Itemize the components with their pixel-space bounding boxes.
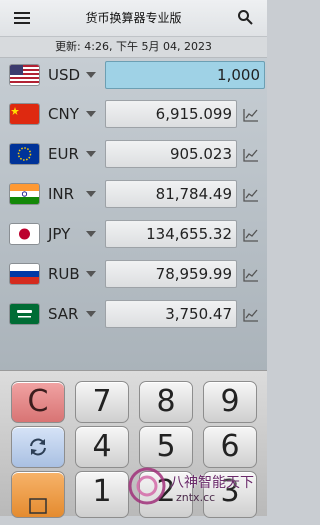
currency-code[interactable]: SAR [48, 305, 78, 323]
chevron-down-icon[interactable] [86, 231, 96, 237]
currency-row: JPY 134,655.32 [0, 218, 267, 252]
chevron-down-icon[interactable] [86, 191, 96, 197]
currency-row: SAR 3,750.47 [0, 298, 267, 332]
key-7[interactable]: 7 [75, 381, 129, 423]
watermark-text: 八神智能天下 [170, 475, 254, 491]
chevron-down-icon[interactable] [86, 311, 96, 317]
amount-field[interactable]: 3,750.47 [105, 300, 237, 328]
refresh-icon [30, 438, 46, 456]
trend-chart-icon[interactable] [243, 268, 259, 282]
clear-button[interactable]: C [11, 381, 65, 423]
china-flag-icon [10, 104, 39, 124]
saudi-flag-icon [10, 304, 39, 324]
currency-row: EUR 905.023 [0, 138, 267, 172]
trend-chart-icon[interactable] [243, 108, 259, 122]
calculator-icon [29, 498, 47, 514]
trend-chart-icon[interactable] [243, 188, 259, 202]
currency-code[interactable]: RUB [48, 265, 80, 283]
trend-chart-icon[interactable] [243, 148, 259, 162]
key-8[interactable]: 8 [139, 381, 193, 423]
currency-code[interactable]: CNY [48, 105, 79, 123]
russia-flag-icon [10, 264, 39, 284]
currency-code[interactable]: USD [48, 66, 80, 84]
eu-flag-icon [10, 144, 39, 164]
base-amount-field[interactable]: 1,000 [105, 61, 265, 89]
us-flag-icon [10, 65, 39, 85]
app-title: 货币换算器专业版 [85, 11, 182, 25]
currency-code[interactable]: INR [48, 185, 74, 203]
top-bar: 货币换算器专业版 [0, 0, 267, 37]
watermark-url: zntx.cc [176, 491, 216, 504]
currency-code[interactable]: EUR [48, 145, 79, 163]
last-updated-text: 更新: 4:26, 下午 5月 04, 2023 [0, 37, 267, 58]
key-5[interactable]: 5 [139, 426, 193, 468]
japan-flag-icon [10, 224, 39, 244]
amount-field[interactable]: 6,915.099 [105, 100, 237, 128]
calculator-button[interactable] [11, 471, 65, 518]
amount-field[interactable]: 134,655.32 [105, 220, 237, 248]
chevron-down-icon[interactable] [86, 271, 96, 277]
chevron-down-icon[interactable] [86, 151, 96, 157]
currency-panel: USD 1,000 CNY 6,915.099 EUR 905.023 INR … [0, 58, 267, 370]
base-currency-row: USD 1,000 [0, 59, 267, 93]
refresh-button[interactable] [11, 426, 65, 468]
key-4[interactable]: 4 [75, 426, 129, 468]
amount-field[interactable]: 78,959.99 [105, 260, 237, 288]
currency-row: INR 81,784.49 [0, 178, 267, 212]
trend-chart-icon[interactable] [243, 308, 259, 322]
amount-field[interactable]: 81,784.49 [105, 180, 237, 208]
amount-field[interactable]: 905.023 [105, 140, 237, 168]
key-1[interactable]: 1 [75, 471, 129, 518]
currency-row: RUB 78,959.99 [0, 258, 267, 292]
watermark-logo [128, 467, 166, 505]
search-icon[interactable] [237, 9, 253, 25]
key-9[interactable]: 9 [203, 381, 257, 423]
chevron-down-icon[interactable] [86, 111, 96, 117]
trend-chart-icon[interactable] [243, 228, 259, 242]
key-6[interactable]: 6 [203, 426, 257, 468]
currency-code[interactable]: JPY [48, 225, 70, 243]
chevron-down-icon[interactable] [86, 72, 96, 78]
currency-row: CNY 6,915.099 [0, 98, 267, 132]
india-flag-icon [10, 184, 39, 204]
